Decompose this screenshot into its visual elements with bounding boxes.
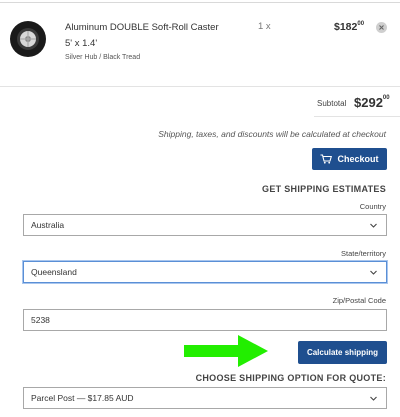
product-thumbnail[interactable] [9,20,47,58]
chevron-down-icon [370,223,377,228]
cart-icon [320,154,333,164]
subtotal-label: Subtotal [317,99,347,108]
product-variant: Silver Hub / Black Tread [65,54,141,61]
product-quantity: 1 x [258,21,271,32]
product-price-cents: 00 [357,21,365,27]
subtotal-main: $292 [354,95,383,110]
remove-item-button[interactable] [376,22,387,33]
shipping-estimates-heading: GET SHIPPING ESTIMATES [262,184,386,194]
checkout-label: Checkout [337,154,379,164]
shipping-option-value: Parcel Post — $17.85 AUD [31,393,134,403]
shipping-option-select[interactable]: Parcel Post — $17.85 AUD [23,387,387,409]
state-value: Queensland [31,267,77,277]
country-value: Australia [31,220,65,230]
item-divider [0,86,400,87]
chevron-down-icon [370,270,377,275]
country-label: Country [359,202,386,211]
country-select[interactable]: Australia [23,214,387,236]
product-price-main: $182 [334,21,358,33]
checkout-button[interactable]: Checkout [312,148,387,170]
close-icon [379,25,384,30]
green-arrow-icon [184,335,268,367]
state-select[interactable]: Queensland [23,261,387,283]
shipping-note: Shipping, taxes, and discounts will be c… [158,129,386,139]
calculate-shipping-button[interactable]: Calculate shipping [298,341,387,364]
state-label: State/territory [340,249,386,258]
zip-value: 5238 [31,315,50,325]
choose-option-heading: CHOOSE SHIPPING OPTION FOR QUOTE: [195,373,386,383]
chevron-down-icon [370,396,377,401]
subtotal-divider [314,116,400,117]
top-divider [0,2,400,3]
calculate-shipping-label: Calculate shipping [306,348,379,357]
zip-label: Zip/Postal Code [332,296,386,305]
caster-wheel-icon [10,21,46,57]
zip-input[interactable]: 5238 [23,309,387,331]
product-price: $18200 [334,21,364,33]
subtotal-cents: 00 [382,95,390,101]
subtotal-value: $29200 [354,95,390,110]
product-title[interactable]: Aluminum DOUBLE Soft-Roll Caster 5' x 1.… [65,20,225,52]
